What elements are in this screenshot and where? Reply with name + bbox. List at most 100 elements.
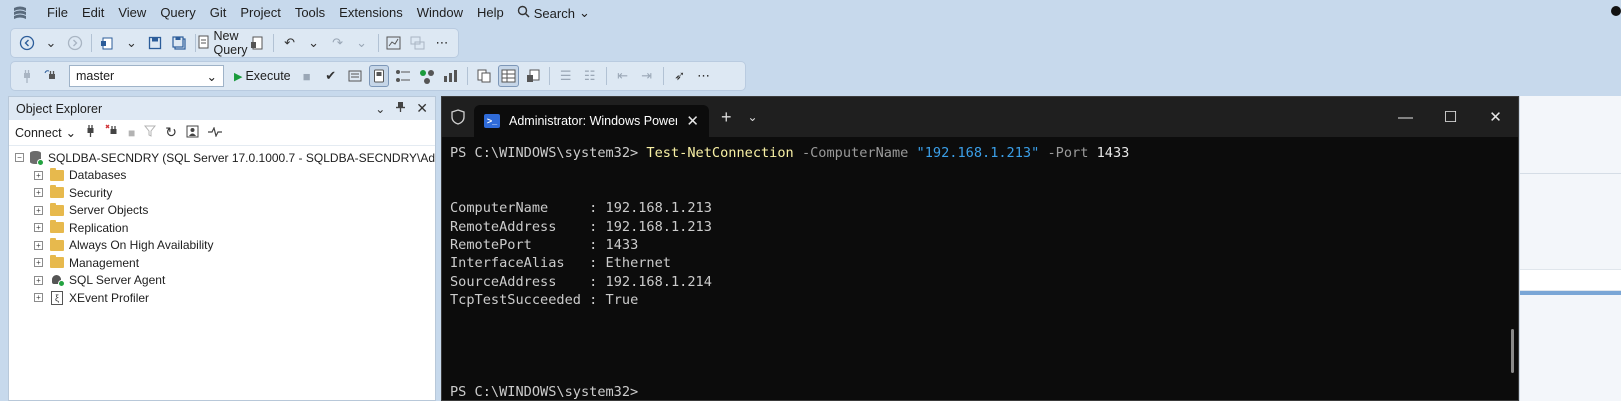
- expand-toggle-icon[interactable]: +: [34, 275, 43, 285]
- admin-shield-icon[interactable]: [442, 109, 474, 125]
- uncomment-icon[interactable]: ☷: [580, 65, 600, 87]
- decrease-indent-icon[interactable]: ⇤: [613, 65, 633, 87]
- menu-tools[interactable]: Tools: [288, 0, 332, 26]
- refresh-icon[interactable]: ↻: [165, 124, 177, 141]
- menu-window[interactable]: Window: [410, 0, 470, 26]
- expand-toggle-icon[interactable]: +: [34, 240, 43, 250]
- include-actual-plan-icon[interactable]: [417, 65, 437, 87]
- registered-servers-icon[interactable]: [408, 32, 428, 54]
- collapse-toggle-icon[interactable]: −: [15, 153, 24, 163]
- menu-edit[interactable]: Edit: [75, 0, 111, 26]
- terminal-output[interactable]: PS C:\WINDOWS\system32> Test-NetConnecti…: [442, 137, 1518, 401]
- increase-indent-icon[interactable]: ⇥: [637, 65, 657, 87]
- close-icon[interactable]: ✕: [416, 100, 428, 117]
- activity-monitor-icon[interactable]: [384, 32, 404, 54]
- tree-node[interactable]: + SQL Server Agent: [9, 272, 435, 290]
- tree-node[interactable]: + Replication: [9, 219, 435, 237]
- tree-node-server[interactable]: − SQLDBA-SECNDRY (SQL Server 17.0.1000.7…: [9, 149, 435, 167]
- execute-button[interactable]: ▶ Execute: [232, 65, 293, 87]
- window-position-chevron-icon[interactable]: ⌄: [375, 102, 385, 116]
- menu-search[interactable]: Search ⌄: [511, 5, 596, 21]
- chevron-down-icon[interactable]: ⌄: [352, 32, 372, 54]
- menu-help[interactable]: Help: [470, 0, 511, 26]
- save-all-icon[interactable]: [169, 32, 189, 54]
- terminal-scrollbar[interactable]: [1511, 329, 1514, 373]
- specify-template-values-icon[interactable]: [523, 65, 543, 87]
- more-options-icon[interactable]: ⋯: [694, 65, 714, 87]
- ssms-logo-icon[interactable]: [10, 3, 30, 23]
- menu-query[interactable]: Query: [153, 0, 202, 26]
- navigate-back-icon[interactable]: [17, 32, 37, 54]
- new-project-icon[interactable]: [97, 32, 117, 54]
- output-value: 192.168.1.213: [605, 218, 712, 235]
- navigate-forward-icon[interactable]: [65, 32, 85, 54]
- results-to-grid-icon[interactable]: [497, 65, 519, 87]
- parse-checkmark-icon[interactable]: ✔: [321, 65, 341, 87]
- tree-node-label: Security: [69, 185, 113, 200]
- disconnect-icon[interactable]: [105, 124, 119, 141]
- pulse-icon[interactable]: [208, 125, 223, 140]
- chevron-down-icon[interactable]: ⌄: [121, 32, 141, 54]
- close-tab-icon[interactable]: ✕: [686, 112, 699, 130]
- results-to-file-icon[interactable]: [474, 65, 494, 87]
- menu-view[interactable]: View: [111, 0, 153, 26]
- pin-icon[interactable]: [395, 101, 406, 116]
- menu-file[interactable]: File: [40, 0, 75, 26]
- expand-toggle-icon[interactable]: +: [34, 170, 43, 180]
- filter-icon[interactable]: [144, 125, 157, 140]
- connect-plug-icon[interactable]: [17, 65, 37, 87]
- folder-icon: [50, 237, 64, 251]
- more-options-icon[interactable]: ⋯: [432, 32, 452, 54]
- available-databases-select[interactable]: master ⌄: [69, 65, 224, 87]
- output-value: 192.168.1.213: [605, 200, 712, 217]
- expand-toggle-icon[interactable]: +: [34, 188, 43, 198]
- intellisense-icon[interactable]: ➶: [670, 65, 690, 87]
- terminal-window: >_ Administrator: Windows PowerShell ✕ +…: [441, 96, 1519, 401]
- client-statistics-icon[interactable]: [441, 65, 461, 87]
- chevron-down-icon[interactable]: ⌄: [304, 32, 324, 54]
- display-estimated-plan-icon[interactable]: [345, 65, 365, 87]
- stop-icon[interactable]: ■: [128, 126, 135, 140]
- minimize-icon[interactable]: —: [1383, 97, 1428, 137]
- change-connection-icon[interactable]: [41, 65, 61, 87]
- menu-project[interactable]: Project: [233, 0, 287, 26]
- tree-node[interactable]: + Databases: [9, 167, 435, 185]
- maximize-icon[interactable]: ☐: [1428, 97, 1473, 137]
- menu-git[interactable]: Git: [203, 0, 234, 26]
- redo-icon[interactable]: ↷: [328, 32, 348, 54]
- save-icon[interactable]: [145, 32, 165, 54]
- menu-extensions[interactable]: Extensions: [332, 0, 410, 26]
- output-key: InterfaceAlias: [450, 255, 590, 272]
- undo-icon[interactable]: ↶: [280, 32, 300, 54]
- tree-node[interactable]: + Server Objects: [9, 202, 435, 220]
- server-label: SQLDBA-SECNDRY (SQL Server 17.0.1000.7 -…: [48, 150, 435, 165]
- expand-toggle-icon[interactable]: +: [34, 293, 43, 303]
- expand-toggle-icon[interactable]: +: [34, 223, 43, 233]
- output-separator: :: [589, 218, 606, 235]
- terminal-tab-title: Administrator: Windows PowerShell: [509, 114, 678, 128]
- tree-node[interactable]: + ξ XEvent Profiler: [9, 289, 435, 307]
- terminal-tab[interactable]: >_ Administrator: Windows PowerShell ✕: [474, 105, 709, 137]
- connect-plug-icon[interactable]: [85, 124, 96, 141]
- new-query-label: New Query: [213, 29, 248, 57]
- new-query-button[interactable]: New Query: [198, 29, 248, 57]
- database-engine-query-icon[interactable]: [247, 32, 267, 54]
- comment-out-icon[interactable]: ☰: [556, 65, 576, 87]
- document-area-background: [1519, 96, 1621, 401]
- cancel-query-icon[interactable]: ■: [297, 65, 317, 87]
- expand-toggle-icon[interactable]: +: [34, 205, 43, 215]
- notification-dot-icon[interactable]: [1611, 6, 1621, 16]
- folder-icon: [50, 220, 64, 234]
- new-tab-plus-icon[interactable]: +: [721, 107, 732, 128]
- chevron-down-icon[interactable]: ⌄: [748, 110, 758, 124]
- tree-node[interactable]: + Security: [9, 184, 435, 202]
- close-window-icon[interactable]: ✕: [1473, 97, 1518, 137]
- activity-monitor-icon[interactable]: [186, 125, 199, 141]
- query-options-icon[interactable]: [393, 65, 413, 87]
- tree-node[interactable]: + Always On High Availability: [9, 237, 435, 255]
- chevron-down-icon[interactable]: ⌄: [41, 32, 61, 54]
- expand-toggle-icon[interactable]: +: [34, 258, 43, 268]
- results-to-text-icon[interactable]: [368, 65, 389, 87]
- connect-button[interactable]: Connect ⌄: [15, 125, 76, 141]
- tree-node[interactable]: + Management: [9, 254, 435, 272]
